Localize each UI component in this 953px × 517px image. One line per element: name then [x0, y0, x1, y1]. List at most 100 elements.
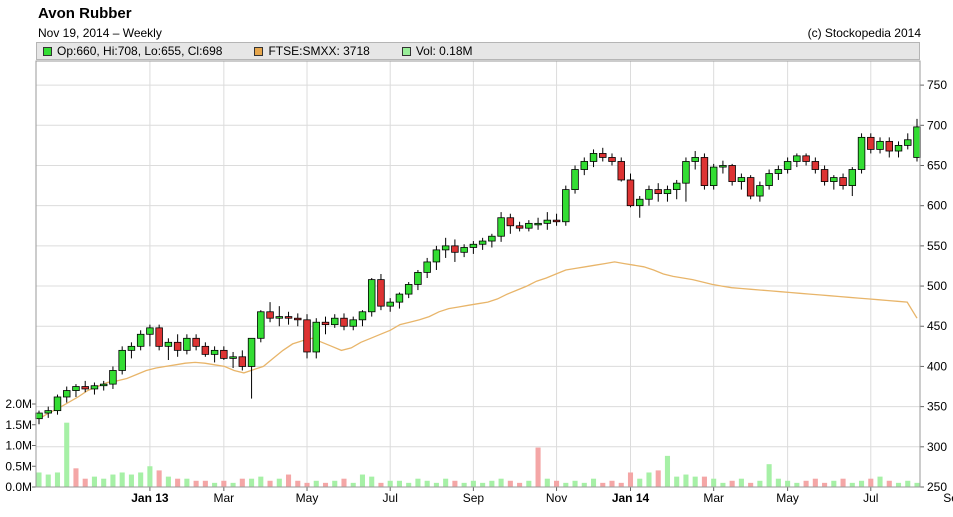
candle-body [414, 271, 422, 285]
candle-body [229, 356, 237, 359]
candle-body [608, 157, 616, 162]
candle-body [589, 153, 598, 162]
candle-body [451, 245, 459, 253]
volume-bar [674, 476, 680, 487]
volume-bar [590, 478, 597, 487]
candle-body [857, 136, 866, 170]
volume-bar [655, 470, 661, 487]
candle-body [885, 140, 894, 152]
volume-bar [54, 472, 61, 487]
volume-bar [905, 480, 911, 487]
volume-bar [757, 480, 763, 487]
candle-body [312, 321, 320, 353]
candle-body [543, 219, 552, 224]
time-tick-label: Jan 14 [612, 491, 650, 505]
candle-body [894, 144, 903, 152]
volume-tick-label: 1.5M [5, 418, 32, 432]
price-chart: 250300350400450500550600650700750Jan 13 M… [5, 60, 953, 505]
candle-body [238, 356, 247, 367]
candle-body [44, 410, 52, 414]
volume-bar [175, 478, 181, 487]
volume-bar [803, 480, 809, 487]
candle-body [820, 169, 829, 182]
time-tick-label: Jan 13 [131, 491, 169, 505]
candle-body [210, 349, 219, 355]
volume-bar [36, 472, 42, 487]
candle-body [793, 155, 801, 162]
candle-body [515, 225, 524, 229]
candle-body [497, 217, 505, 237]
volume-bar [110, 474, 116, 487]
candle-body [284, 316, 293, 319]
volume-bar [396, 480, 402, 487]
candle-body [99, 383, 108, 387]
volume-bar [276, 478, 282, 487]
candle-body [164, 341, 173, 347]
volume-bar [526, 480, 532, 487]
candle-body [636, 198, 644, 207]
volume-bar [165, 476, 171, 487]
candle-body [774, 169, 783, 174]
candle-body [830, 177, 838, 182]
candle-body [737, 177, 746, 182]
candle-body [331, 317, 339, 326]
volume-bar [101, 478, 107, 487]
candle-body [839, 177, 847, 186]
volume-bar [313, 480, 319, 487]
time-tick-label: Mar [214, 491, 235, 505]
volume-bar [230, 482, 236, 487]
volume-bar [258, 476, 264, 487]
candle-body [349, 319, 357, 327]
volume-bar [868, 478, 874, 487]
volume-bar [517, 482, 523, 487]
volume-bar [406, 482, 412, 487]
volume-bar [692, 476, 698, 487]
time-tick-label: Nov [546, 491, 567, 505]
candle-body [257, 311, 265, 339]
candle-body [867, 136, 875, 150]
volume-bar [128, 474, 134, 487]
candle-body [478, 240, 487, 245]
volume-bar [711, 478, 717, 487]
time-tick-label: Mar [703, 491, 724, 505]
time-tick-label: Jul [863, 491, 878, 505]
candle-body [136, 333, 145, 347]
volume-bar [82, 478, 88, 487]
candle-body [127, 345, 136, 351]
volume-bar [452, 480, 458, 487]
volume-bar [461, 482, 467, 487]
candle-body [562, 189, 570, 223]
price-tick-label: 700 [927, 118, 947, 132]
volume-bar [424, 480, 430, 487]
volume-bar [480, 482, 486, 487]
candle-body [663, 189, 672, 195]
volume-bar [322, 482, 329, 487]
candle-body [626, 179, 635, 207]
time-tick-label: May [296, 491, 319, 505]
price-tick-label: 750 [927, 78, 947, 92]
candle-body [645, 189, 653, 200]
price-tick-label: 500 [927, 279, 947, 293]
candle-body [275, 316, 284, 319]
volume-bar [304, 482, 310, 487]
candle-body [783, 161, 792, 170]
time-tick-label: Sep [943, 491, 953, 505]
candle-body [469, 243, 478, 248]
candle-body [525, 222, 533, 229]
candle-body [358, 311, 367, 321]
volume-tick-label: 2.0M [5, 397, 32, 411]
volume-bar [489, 480, 495, 487]
volume-bar [369, 476, 375, 487]
volume-bar [64, 422, 70, 487]
volume-bar [470, 480, 476, 487]
volume-bar [618, 482, 624, 487]
candle-body [700, 157, 709, 186]
candle-body [53, 396, 62, 412]
candle-body [367, 279, 376, 313]
price-tick-label: 550 [927, 239, 947, 253]
volume-bar [156, 470, 162, 487]
volume-bar [535, 447, 541, 487]
volume-bar [766, 464, 772, 487]
candle-body [404, 284, 413, 295]
volume-bar [859, 480, 865, 487]
